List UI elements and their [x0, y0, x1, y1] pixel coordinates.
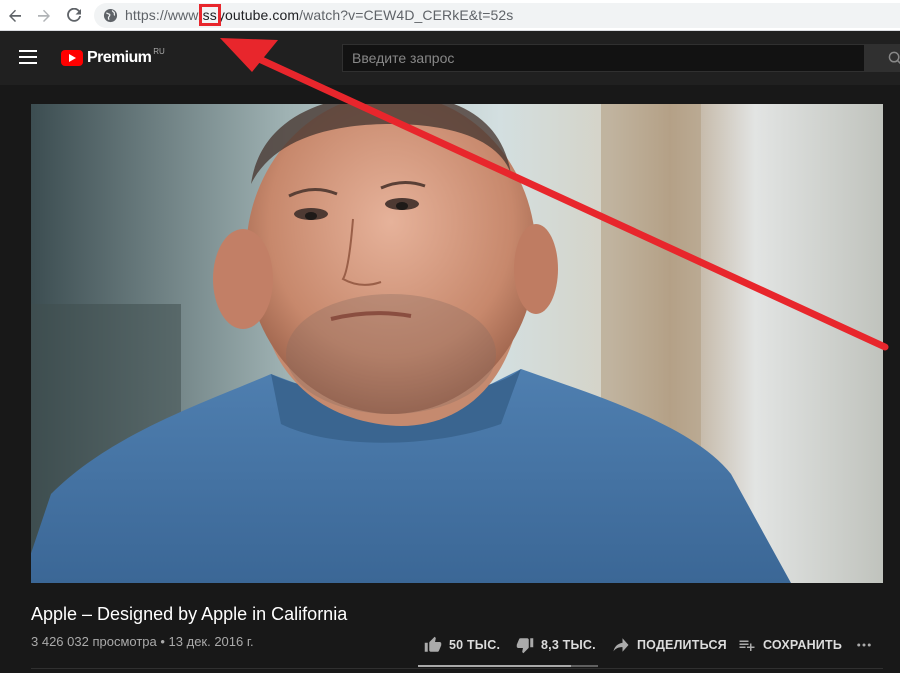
save-label: СОХРАНИТЬ	[763, 638, 842, 652]
arrow-right-icon	[38, 9, 50, 22]
thumbs-down-icon	[516, 638, 534, 654]
dislike-button[interactable]: 8,3 ТЫС.	[516, 636, 596, 654]
url-host: youtube.com	[217, 7, 300, 23]
url-prefix: https://www.	[125, 7, 202, 23]
logo-text: Premium	[87, 49, 152, 66]
reload-icon	[67, 8, 81, 22]
sentiment-bar	[418, 665, 598, 667]
more-actions-button[interactable]	[855, 636, 880, 654]
browser-toolbar: https://www.ssyoutube.com/watch?v=CEW4D_…	[0, 0, 900, 31]
video-frame	[31, 104, 791, 583]
search-button[interactable]	[865, 44, 900, 72]
search-box[interactable]	[342, 44, 865, 72]
share-icon	[613, 638, 629, 652]
search-input[interactable]	[343, 45, 864, 71]
like-button[interactable]: 50 ТЫС.	[424, 636, 500, 654]
search-icon	[888, 51, 900, 65]
url-highlight: ss	[198, 4, 221, 26]
arrow-left-icon	[9, 9, 21, 22]
logo-region: RU	[153, 46, 165, 56]
address-bar[interactable]: https://www.ssyoutube.com/watch?v=CEW4D_…	[94, 3, 900, 28]
share-label: ПОДЕЛИТЬСЯ	[637, 638, 727, 652]
youtube-premium-logo[interactable]: Premium RU	[61, 46, 165, 68]
forward-button[interactable]	[33, 5, 55, 27]
youtube-masthead: Premium RU	[0, 31, 900, 85]
dislike-count: 8,3 ТЫС.	[541, 638, 596, 652]
menu-icon[interactable]	[19, 50, 37, 64]
like-count: 50 ТЫС.	[449, 638, 501, 652]
save-button[interactable]: СОХРАНИТЬ	[738, 636, 842, 654]
share-button[interactable]: ПОДЕЛИТЬСЯ	[612, 636, 727, 654]
youtube-play-icon	[61, 50, 83, 66]
back-button[interactable]	[4, 5, 26, 27]
reload-button[interactable]	[63, 5, 85, 27]
video-player[interactable]	[31, 104, 883, 583]
action-bar: 50 ТЫС. 8,3 ТЫС. ПОДЕЛИТЬСЯ СОХРАНИТЬ	[0, 636, 900, 654]
sentiment-bar-fill	[418, 665, 571, 667]
thumbs-up-icon	[424, 636, 442, 652]
url-path: /watch?v=CEW4D_CERkE&t=52s	[299, 7, 514, 23]
url-text: https://www.ssyoutube.com/watch?v=CEW4D_…	[125, 4, 514, 26]
divider	[31, 668, 883, 669]
video-title: Apple – Designed by Apple in California	[31, 604, 348, 624]
globe-icon	[103, 8, 118, 23]
playlist-add-icon	[739, 640, 755, 651]
more-horizontal-icon	[857, 643, 871, 647]
